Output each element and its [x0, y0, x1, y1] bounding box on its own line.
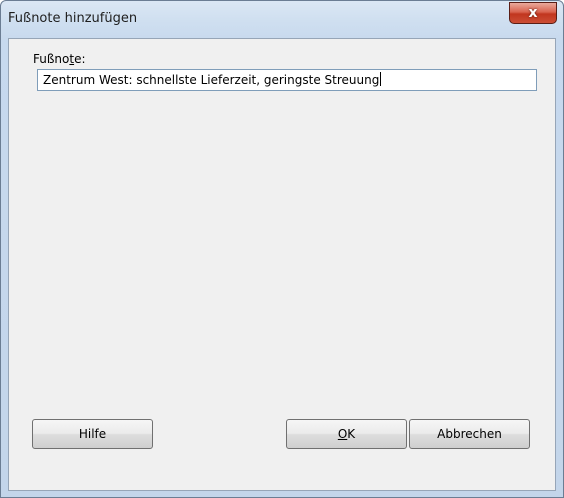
cancel-button[interactable]: Abbrechen [409, 419, 530, 449]
text-caret [380, 72, 382, 86]
footnote-input[interactable]: Zentrum West: schnellste Lieferzeit, ger… [37, 69, 537, 91]
window-title: Fußnote hinzufügen [8, 11, 138, 26]
title-bar[interactable]: Fußnote hinzufügen x [1, 1, 563, 39]
footnote-label-text: Fußno [33, 52, 70, 66]
footnote-label: Fußnote: [33, 52, 86, 66]
ok-button-label-rest: K [347, 427, 356, 441]
help-button-label: Hilfe [78, 427, 107, 441]
ok-button-label: OK [338, 427, 355, 441]
dialog-window: Fußnote hinzufügen x Fußnote: Zentrum We… [0, 0, 564, 498]
footnote-input-value: Zentrum West: schnellste Lieferzeit, ger… [43, 73, 380, 87]
ok-button-accelerator: O [337, 427, 348, 441]
close-icon: x [528, 5, 538, 21]
ok-button[interactable]: OK [286, 419, 407, 449]
cancel-button-label: Abbrechen [437, 427, 502, 441]
close-button[interactable]: x [509, 2, 557, 24]
footnote-label-suffix: e: [74, 52, 86, 66]
help-button[interactable]: Hilfe [32, 419, 153, 449]
